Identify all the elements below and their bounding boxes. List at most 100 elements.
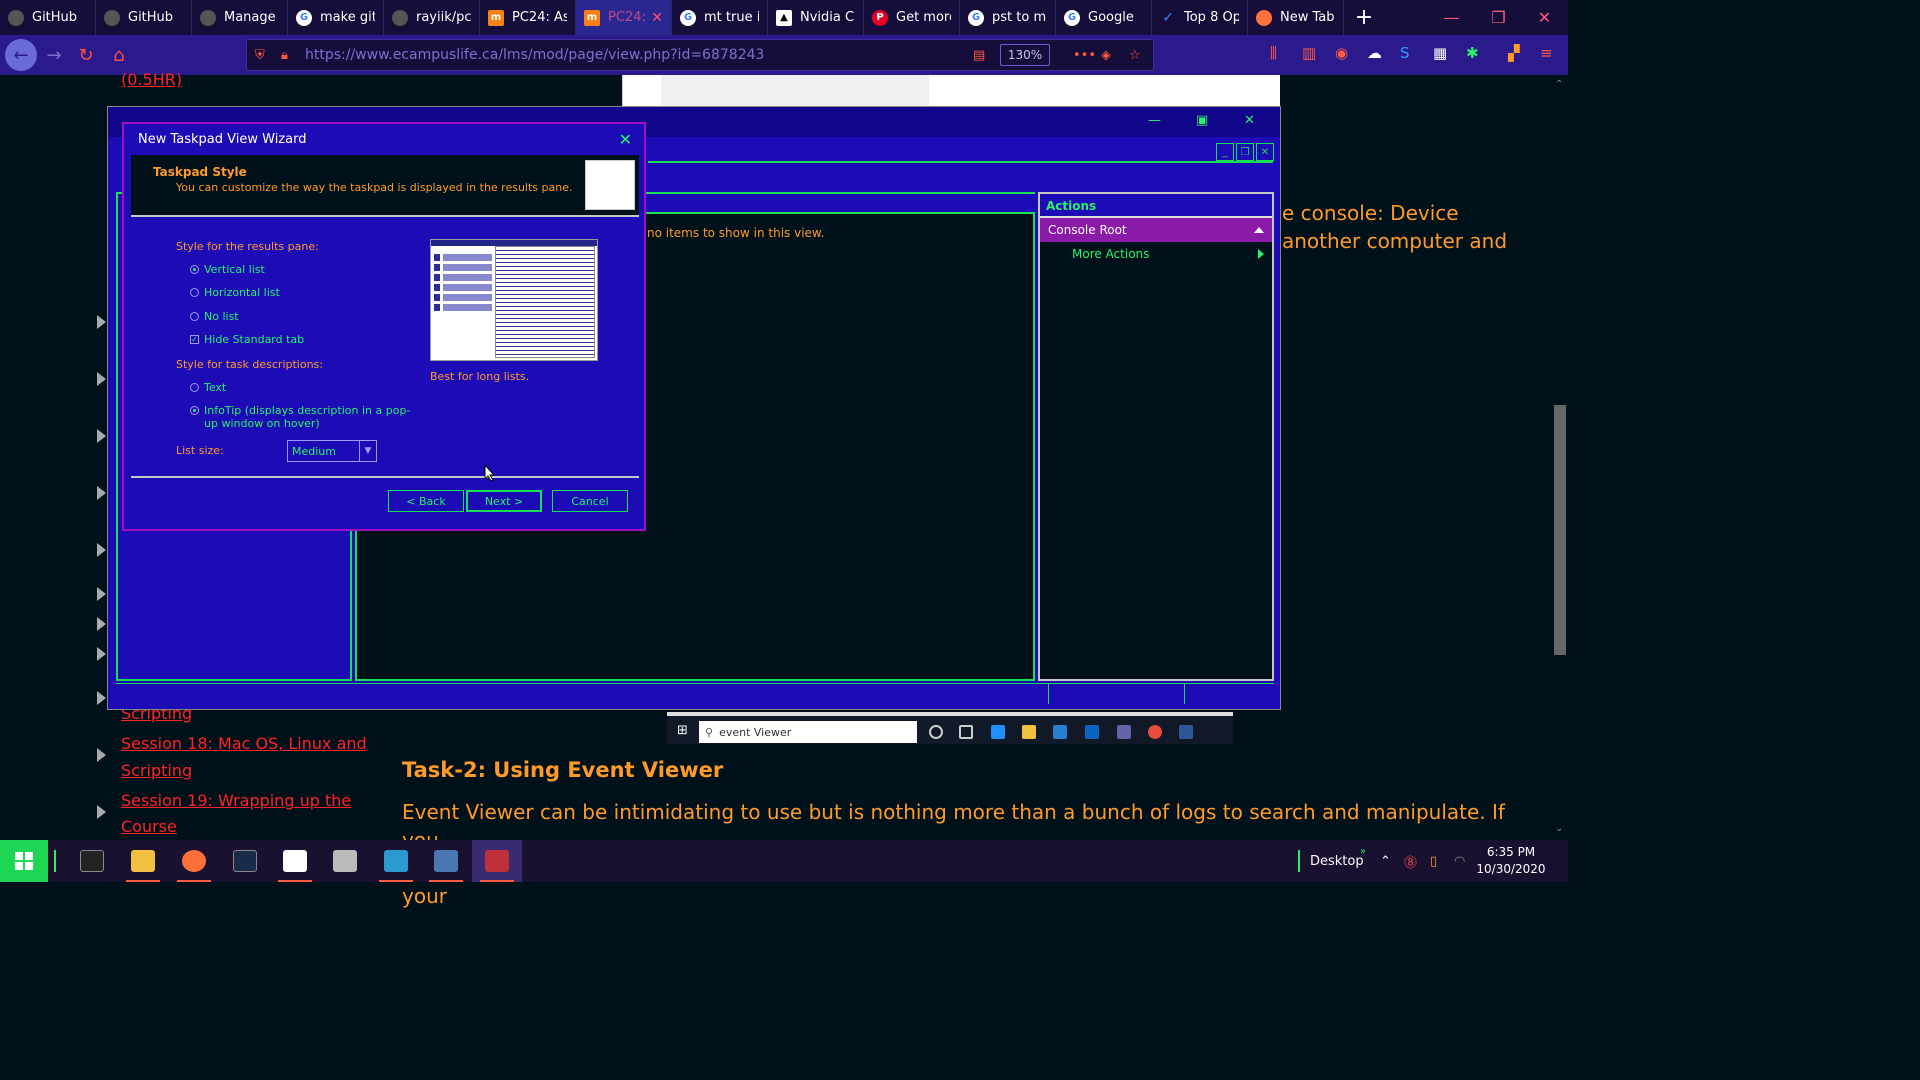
- vertical-list-radio[interactable]: Vertical list: [190, 263, 265, 276]
- powershell-app[interactable]: [220, 840, 270, 882]
- network-app[interactable]: [320, 840, 370, 882]
- expand-arrow-icon[interactable]: [97, 372, 106, 386]
- close-window-button[interactable]: ✕: [1521, 0, 1568, 35]
- list-size-select[interactable]: Medium ▼: [287, 440, 377, 462]
- tray-app-icon[interactable]: ⓼: [1404, 840, 1417, 882]
- expand-arrow-icon[interactable]: [97, 805, 106, 819]
- tab-pc24-ass[interactable]: mPC24: Ass: [480, 0, 576, 35]
- reload-button[interactable]: ↻: [70, 39, 102, 71]
- skype-extension-icon[interactable]: S: [1400, 44, 1410, 62]
- bookmark-star-icon[interactable]: ☆: [1129, 48, 1141, 63]
- more-actions-item[interactable]: More Actions: [1040, 242, 1272, 266]
- system-clock[interactable]: 6:35 PM 10/30/2020: [1476, 844, 1546, 878]
- tab-google[interactable]: G Google: [1056, 0, 1152, 35]
- cancel-button[interactable]: Cancel: [552, 490, 628, 512]
- collapse-up-icon[interactable]: [1254, 227, 1264, 233]
- expand-arrow-icon[interactable]: [97, 486, 106, 500]
- puzzle-extension-icon[interactable]: ✱: [1466, 44, 1479, 62]
- restore-window-button[interactable]: ❐: [1475, 0, 1522, 35]
- battery-icon[interactable]: ▯: [1430, 840, 1437, 882]
- tab-pc24-active[interactable]: m PC24: ✕: [576, 0, 672, 35]
- checkbox-checked-icon[interactable]: ✓: [190, 335, 199, 344]
- actions-console-root[interactable]: Console Root: [1040, 218, 1272, 242]
- zoom-level[interactable]: 130%: [1000, 44, 1050, 66]
- desktop-toolbar[interactable]: Desktop: [1310, 840, 1364, 882]
- more-icon[interactable]: •••: [1073, 48, 1096, 63]
- library-icon[interactable]: ⫼: [1270, 44, 1277, 62]
- expand-arrow-icon[interactable]: [97, 429, 106, 443]
- menu-icon[interactable]: ≡: [1540, 44, 1553, 62]
- radio-unchecked-icon[interactable]: [190, 312, 199, 321]
- sticky-notes-app[interactable]: [270, 840, 320, 882]
- tab-github-2[interactable]: GitHub: [96, 0, 192, 35]
- session-19-link[interactable]: Session 19: Wrapping up the: [121, 787, 351, 814]
- scroll-thumb[interactable]: [1554, 405, 1566, 655]
- tab-manage[interactable]: Manage a: [192, 0, 288, 35]
- tab-rayiik[interactable]: rayiik/pc2: [384, 0, 480, 35]
- expand-arrow-icon[interactable]: [97, 315, 106, 329]
- expand-arrow-icon[interactable]: [97, 691, 106, 705]
- account-icon[interactable]: ◉: [1335, 44, 1348, 62]
- chevron-down-icon[interactable]: ▼: [359, 441, 376, 461]
- tab-mt-true[interactable]: Gmt true id: [672, 0, 768, 35]
- radio-checked-icon[interactable]: [190, 265, 199, 274]
- remote-app[interactable]: [421, 840, 471, 882]
- grid-extension-icon[interactable]: ▦: [1433, 44, 1447, 62]
- horizontal-list-radio[interactable]: Horizontal list: [190, 286, 280, 299]
- expand-arrow-icon[interactable]: [97, 647, 106, 661]
- show-hidden-icons[interactable]: ⌃: [1380, 840, 1391, 882]
- child-restore-button[interactable]: ❐: [1236, 143, 1254, 161]
- session-18-link-tail[interactable]: Scripting: [121, 757, 192, 784]
- url-text[interactable]: https://www.ecampuslife.ca/lms/mod/page/…: [305, 47, 764, 63]
- back-button[interactable]: ←: [5, 39, 37, 71]
- terminal-app[interactable]: [67, 840, 117, 882]
- minimize-window-button[interactable]: —: [1428, 0, 1475, 35]
- mmc-minimize-button[interactable]: —: [1148, 113, 1161, 128]
- top-link[interactable]: (0.5HR): [121, 66, 182, 93]
- infotip-radio[interactable]: InfoTip (displays description in a pop-u…: [190, 404, 420, 430]
- reader-view-icon[interactable]: ▤: [973, 48, 985, 63]
- back-button[interactable]: < Back: [388, 490, 464, 512]
- forward-button[interactable]: →: [38, 39, 70, 71]
- pocket-icon[interactable]: ◈: [1101, 48, 1111, 63]
- text-radio[interactable]: Text: [190, 381, 226, 394]
- sidebar-icon[interactable]: ▥: [1302, 44, 1316, 62]
- next-button[interactable]: Next >: [466, 490, 542, 512]
- new-tab-button[interactable]: +: [1344, 0, 1384, 35]
- expand-arrow-icon[interactable]: [97, 748, 106, 762]
- radio-unchecked-icon[interactable]: [190, 383, 199, 392]
- wifi-icon[interactable]: ◠: [1454, 840, 1465, 882]
- mmc-close-button[interactable]: ✕: [1244, 113, 1255, 128]
- file-explorer-app[interactable]: [118, 840, 168, 882]
- hide-standard-tab-checkbox[interactable]: ✓ Hide Standard tab: [190, 333, 304, 346]
- wizard-close-button[interactable]: ✕: [619, 130, 632, 149]
- tab-pst[interactable]: Gpst to mn: [960, 0, 1056, 35]
- start-button[interactable]: [0, 840, 48, 882]
- url-bar[interactable]: ⛨ 🔒︎ https://www.ecampuslife.ca/lms/mod/…: [246, 39, 1154, 71]
- toolbar-chevron-icon[interactable]: »: [1360, 830, 1366, 872]
- building-app[interactable]: [371, 840, 421, 882]
- firefox-app[interactable]: [169, 840, 219, 882]
- radio-checked-icon[interactable]: [190, 406, 199, 415]
- tab-nvidia[interactable]: ▲Nvidia Cu: [768, 0, 864, 35]
- page-scrollbar[interactable]: ⌃ ⌄: [1552, 75, 1568, 840]
- expand-arrow-icon[interactable]: [97, 543, 106, 557]
- tab-github-1[interactable]: GitHub: [0, 0, 96, 35]
- expand-arrow-icon[interactable]: [97, 587, 106, 601]
- shield-icon[interactable]: ⛨: [255, 48, 265, 63]
- radio-unchecked-icon[interactable]: [190, 288, 199, 297]
- tab-get-more[interactable]: P Get more: [864, 0, 960, 35]
- tab-top8[interactable]: ✓ Top 8 Op: [1152, 0, 1248, 35]
- tab-make-git[interactable]: Gmake git t: [288, 0, 384, 35]
- session-19-link-tail[interactable]: Course: [121, 813, 177, 840]
- close-tab-icon[interactable]: ✕: [651, 10, 663, 26]
- mmc-maximize-button[interactable]: ▣: [1196, 113, 1208, 128]
- extension-icon[interactable]: ☁: [1367, 44, 1382, 62]
- scroll-down-icon[interactable]: ⌄: [1555, 823, 1563, 834]
- lock-icon[interactable]: 🔒︎: [281, 48, 288, 63]
- scroll-up-icon[interactable]: ⌃: [1555, 79, 1563, 90]
- child-close-button[interactable]: ✕: [1256, 143, 1274, 161]
- expand-arrow-icon[interactable]: [97, 617, 106, 631]
- session-18-link[interactable]: Session 18: Mac OS, Linux and: [121, 730, 367, 757]
- mmc-app[interactable]: [472, 840, 522, 882]
